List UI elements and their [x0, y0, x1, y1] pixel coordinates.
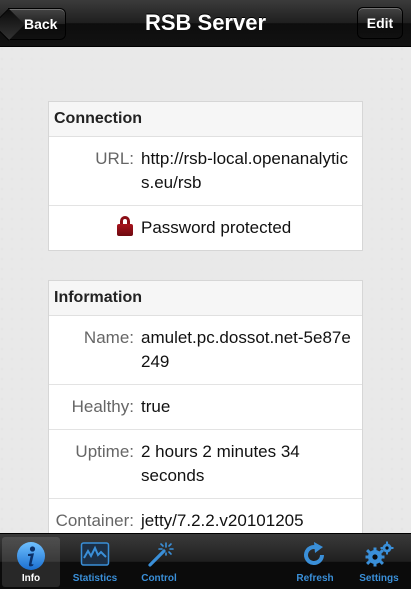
tab-statistics-label: Statistics: [72, 573, 118, 584]
tab-statistics[interactable]: Statistics: [66, 537, 124, 587]
tab-refresh[interactable]: Refresh: [286, 537, 344, 587]
tab-settings[interactable]: Settings: [350, 537, 408, 587]
tab-refresh-label: Refresh: [296, 573, 334, 584]
uptime-row: Uptime: 2 hours 2 minutes 34 seconds: [49, 430, 362, 499]
tab-bar: Info Statistics Control Refresh Settings: [0, 533, 411, 589]
password-status: Password protected: [141, 218, 292, 237]
connection-header: Connection: [49, 102, 362, 137]
information-header: Information: [49, 281, 362, 316]
tab-settings-label: Settings: [359, 573, 399, 584]
lock-icon: [117, 216, 133, 236]
name-value: amulet.pc.dossot.net-5e87e249: [141, 328, 351, 371]
healthy-row: Healthy: true: [49, 385, 362, 430]
tab-control-label: Control: [141, 573, 177, 584]
password-row: Password protected: [49, 206, 362, 250]
tab-info[interactable]: Info: [2, 537, 60, 587]
magic-wand-icon: [148, 542, 174, 567]
uptime-value: 2 hours 2 minutes 34 seconds: [141, 442, 300, 485]
healthy-label: Healthy:: [71, 397, 134, 416]
container-row: Container: jetty/7.2.2.v20101205: [49, 499, 362, 533]
healthy-value: true: [141, 397, 171, 416]
uptime-label: Uptime:: [75, 442, 134, 461]
edit-button[interactable]: Edit: [357, 7, 403, 39]
container-value: jetty/7.2.2.v20101205: [141, 511, 304, 530]
gears-icon: [365, 541, 394, 567]
name-label: Name:: [83, 328, 134, 347]
url-row: URL: http://rsb-local.openanalytics.eu/r…: [49, 137, 362, 206]
url-label: URL:: [95, 149, 134, 168]
information-section: Information Name: amulet.pc.dossot.net-5…: [48, 280, 363, 533]
back-button[interactable]: Back: [0, 8, 66, 41]
back-button-label: Back: [24, 16, 58, 32]
navigation-bar: RSB Server Back Edit: [0, 0, 411, 47]
info-icon: [17, 542, 45, 570]
container-label: Container:: [55, 511, 134, 530]
tab-info-label: Info: [21, 573, 41, 584]
connection-section: Connection URL: http://rsb-local.openana…: [48, 101, 363, 251]
statistics-icon: [80, 542, 110, 566]
back-arrow-shape: [0, 8, 25, 41]
refresh-icon: [304, 542, 324, 565]
url-value: http://rsb-local.openanalytics.eu/rsb: [141, 149, 348, 192]
tab-control[interactable]: Control: [130, 537, 188, 587]
lock-cell: [49, 216, 141, 240]
name-row: Name: amulet.pc.dossot.net-5e87e249: [49, 316, 362, 385]
content-area[interactable]: Connection URL: http://rsb-local.openana…: [0, 47, 411, 533]
